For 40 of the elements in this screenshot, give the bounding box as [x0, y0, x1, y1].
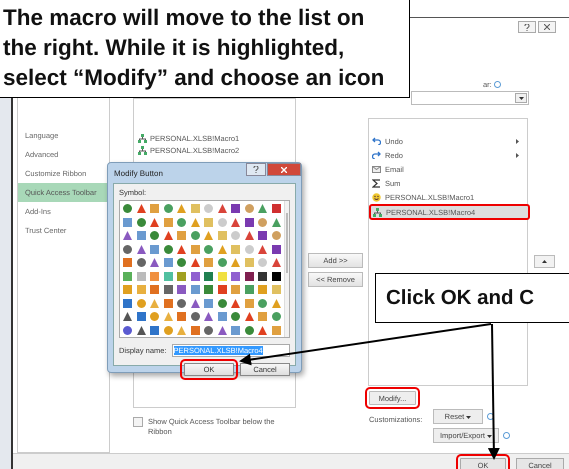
callout-text: The macro will move to the list on the right. While it is highlighted, select “Modify” and choose an icon	[0, 0, 410, 98]
help-button[interactable]	[518, 21, 536, 33]
dialog-title: Modify Button	[114, 168, 163, 178]
symbol-icon[interactable]	[270, 244, 282, 255]
info-icon	[487, 413, 494, 420]
info-icon	[503, 432, 510, 439]
dropdown-arrow-icon	[487, 435, 492, 438]
symbol-icon[interactable]	[230, 203, 242, 214]
symbol-icon[interactable]	[257, 230, 268, 242]
help-button[interactable]	[246, 163, 266, 176]
callout-text: Click OK and C	[375, 273, 569, 323]
envelope-icon	[372, 165, 381, 173]
info-icon	[494, 81, 501, 88]
symbol-icon[interactable]	[244, 270, 255, 282]
submenu-arrow-icon	[516, 138, 519, 144]
dropdown-arrow-icon	[466, 416, 472, 419]
undo-icon	[372, 137, 381, 145]
flowchart-icon	[138, 146, 147, 154]
close-icon	[544, 24, 550, 30]
help-icon	[524, 24, 530, 30]
toolbar-dropdown[interactable]	[411, 91, 529, 105]
sigma-icon	[372, 178, 381, 188]
move-up-button[interactable]	[534, 255, 555, 268]
smiley-icon	[372, 192, 381, 202]
symbol-icon[interactable]	[136, 324, 147, 336]
submenu-arrow-icon	[516, 152, 519, 158]
close-button[interactable]	[267, 163, 301, 176]
symbol-icon[interactable]	[122, 311, 134, 322]
symbol-icon[interactable]	[244, 216, 255, 228]
symbol-icon[interactable]	[257, 270, 268, 282]
up-arrow-icon	[542, 260, 547, 263]
close-icon	[281, 166, 287, 172]
redo-icon	[372, 151, 381, 159]
scrollbar[interactable]	[284, 201, 289, 337]
symbol-icon[interactable]	[270, 270, 282, 282]
flowchart-icon	[373, 208, 382, 216]
flowchart-icon	[138, 134, 147, 142]
help-icon	[253, 166, 259, 173]
close-button[interactable]	[538, 21, 556, 33]
checkbox[interactable]	[133, 417, 143, 427]
